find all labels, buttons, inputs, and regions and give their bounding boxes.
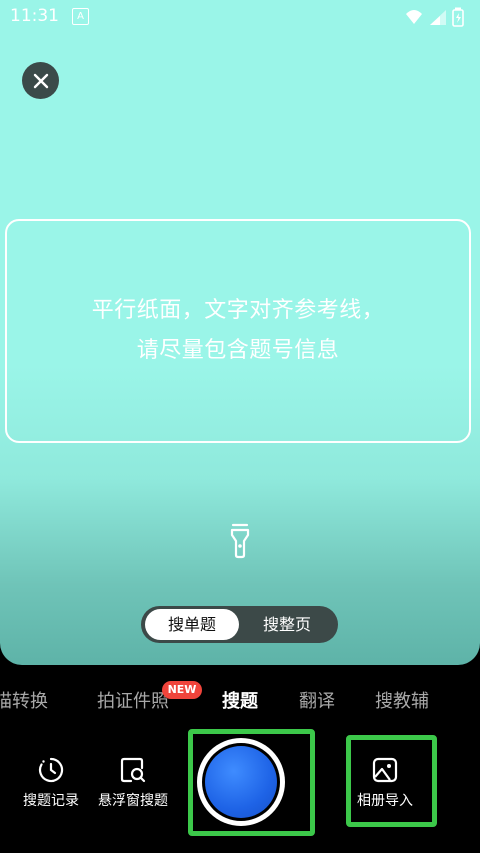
mode-single-question[interactable]: 搜单题 [145, 609, 239, 640]
close-icon [33, 73, 48, 88]
wifi-icon [406, 10, 422, 24]
shutter-ring [202, 743, 280, 821]
clock-history-icon [38, 757, 64, 783]
status-bar: 11:31 A [0, 0, 480, 34]
tab-id-photo[interactable]: 拍证件照 [97, 687, 169, 713]
app-notification-icon: A [72, 8, 89, 25]
tab-textbook-search[interactable]: 搜教辅 [375, 687, 429, 713]
album-import-button[interactable]: 相册导入 [352, 756, 418, 810]
status-icons [406, 7, 464, 27]
status-time: 11:31 [10, 6, 59, 26]
floating-window-search-label: 悬浮窗搜题 [98, 793, 168, 809]
mode-whole-page[interactable]: 搜整页 [240, 609, 334, 640]
hint-line-2: 请尽量包含题号信息 [136, 338, 340, 363]
album-import-label: 相册导入 [357, 793, 413, 809]
shutter-core [205, 746, 277, 818]
camera-preview: 11:31 A 平行纸面，文字对齐参考线， 请尽量包含题号信息 搜单题 搜整页 [0, 0, 480, 665]
tab-scan-convert[interactable]: 描转换 [0, 687, 48, 713]
tab-search-question[interactable]: 搜题 [222, 687, 258, 713]
new-badge: NEW [162, 681, 202, 699]
mode-tabs: 描转换 拍证件照 搜题 翻译 搜教辅 [0, 680, 480, 720]
image-icon [372, 757, 398, 783]
search-history-label: 搜题记录 [23, 793, 79, 809]
tab-translate[interactable]: 翻译 [299, 687, 335, 713]
floating-search-icon [120, 757, 146, 783]
hint-line-1: 平行纸面，文字对齐参考线， [91, 298, 385, 323]
scan-frame: 平行纸面，文字对齐参考线， 请尽量包含题号信息 [5, 219, 471, 443]
search-mode-toggle: 搜单题 搜整页 [141, 606, 338, 643]
close-button[interactable] [22, 62, 59, 99]
search-history-button[interactable]: 搜题记录 [20, 756, 82, 810]
flashlight-icon[interactable] [228, 522, 252, 560]
shutter-button[interactable] [197, 738, 285, 826]
floating-window-search-button[interactable]: 悬浮窗搜题 [95, 756, 171, 810]
